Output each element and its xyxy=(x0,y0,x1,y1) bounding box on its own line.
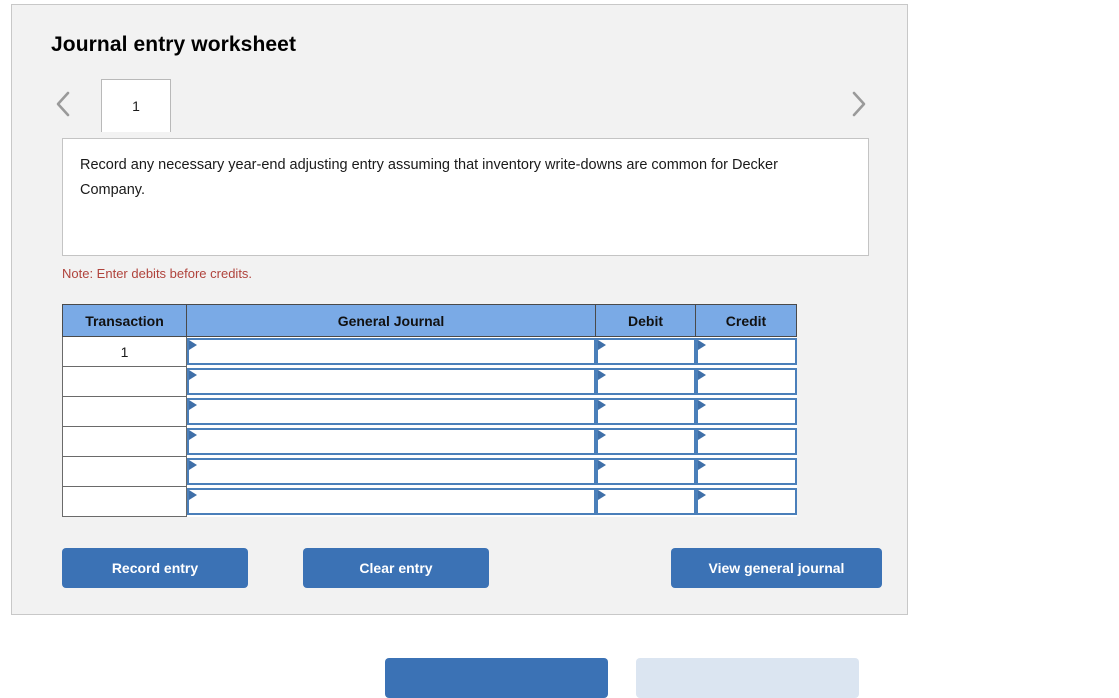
clear-entry-button[interactable]: Clear entry xyxy=(303,548,489,588)
debit-cell xyxy=(595,366,696,397)
footer-secondary-button[interactable] xyxy=(636,658,859,698)
general-journal-input[interactable] xyxy=(187,428,596,455)
credit-input[interactable] xyxy=(695,338,797,366)
debit-input[interactable] xyxy=(595,338,696,366)
transaction-number-cell: 1 xyxy=(62,336,187,367)
page-title: Journal entry worksheet xyxy=(51,33,297,56)
chevron-left-icon[interactable] xyxy=(51,87,77,121)
table-row xyxy=(62,396,797,427)
debit-cell xyxy=(595,426,696,457)
debit-input[interactable] xyxy=(595,368,696,395)
credit-cell xyxy=(695,456,797,487)
credit-cell xyxy=(695,486,797,517)
table-row xyxy=(62,486,797,517)
transaction-number-cell xyxy=(62,366,187,397)
table-row xyxy=(62,456,797,487)
footer-primary-button[interactable] xyxy=(385,658,608,698)
tab-1[interactable]: 1 xyxy=(101,79,171,132)
general-journal-cell xyxy=(186,426,596,457)
general-journal-cell xyxy=(186,456,596,487)
table-row: 1 xyxy=(62,336,797,367)
general-journal-input[interactable] xyxy=(187,488,596,515)
transaction-number-cell xyxy=(62,396,187,427)
general-journal-cell xyxy=(186,366,596,397)
debit-input[interactable] xyxy=(595,428,696,455)
journal-entry-worksheet-panel: Journal entry worksheet 1 Record any nec… xyxy=(11,4,908,615)
general-journal-input[interactable] xyxy=(187,368,596,395)
general-journal-input[interactable] xyxy=(187,458,596,485)
credit-cell xyxy=(695,336,797,367)
journal-entry-table: Transaction General Journal Debit Credit… xyxy=(62,304,797,517)
table-row xyxy=(62,366,797,397)
table-header-row: Transaction General Journal Debit Credit xyxy=(62,304,797,337)
debit-cell xyxy=(595,486,696,517)
view-general-journal-button[interactable]: View general journal xyxy=(671,548,882,588)
table-row xyxy=(62,426,797,457)
column-header-transaction: Transaction xyxy=(62,304,187,337)
debit-input[interactable] xyxy=(595,398,696,425)
credit-input[interactable] xyxy=(695,488,797,515)
general-journal-cell xyxy=(186,486,596,517)
chevron-right-icon[interactable] xyxy=(845,87,871,121)
debit-input[interactable] xyxy=(595,458,696,485)
general-journal-input[interactable] xyxy=(187,338,596,366)
general-journal-input[interactable] xyxy=(187,398,596,425)
column-header-credit: Credit xyxy=(695,304,797,337)
transaction-number-cell xyxy=(62,426,187,457)
column-header-debit: Debit xyxy=(595,304,696,337)
debit-cell xyxy=(595,336,696,367)
credit-input[interactable] xyxy=(695,428,797,455)
credit-input[interactable] xyxy=(695,398,797,425)
tab-label: 1 xyxy=(132,98,140,114)
record-entry-button[interactable]: Record entry xyxy=(62,548,248,588)
credit-input[interactable] xyxy=(695,368,797,395)
general-journal-cell xyxy=(186,336,596,367)
general-journal-cell xyxy=(186,396,596,427)
credit-cell xyxy=(695,426,797,457)
credit-cell xyxy=(695,366,797,397)
debits-before-credits-note: Note: Enter debits before credits. xyxy=(62,266,253,281)
transaction-number-cell xyxy=(62,486,187,517)
column-header-general-journal: General Journal xyxy=(186,304,596,337)
debit-cell xyxy=(595,396,696,427)
instruction-panel: Record any necessary year-end adjusting … xyxy=(62,138,869,256)
transaction-number-cell xyxy=(62,456,187,487)
instruction-text: Record any necessary year-end adjusting … xyxy=(80,157,778,198)
debit-cell xyxy=(595,456,696,487)
credit-input[interactable] xyxy=(695,458,797,485)
credit-cell xyxy=(695,396,797,427)
debit-input[interactable] xyxy=(595,488,696,515)
tab-strip: 1 xyxy=(51,73,871,138)
